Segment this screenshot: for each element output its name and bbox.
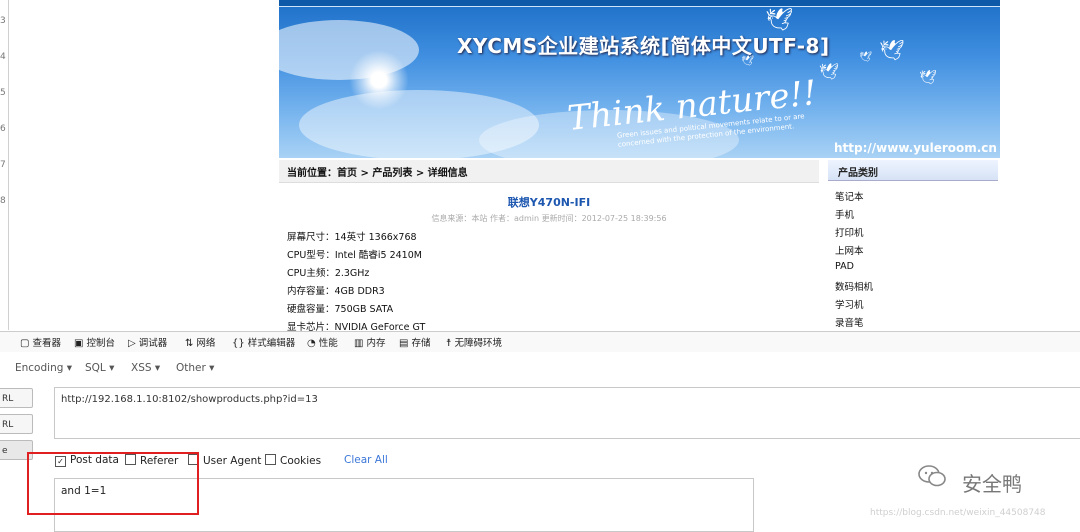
inspector-icon: ▢ (20, 338, 30, 349)
dove-icon: 🕊 (765, 8, 793, 33)
option-label: Cookies (280, 455, 322, 467)
tab-label: 无障碍环境 (454, 338, 502, 349)
storage-icon: ▤ (399, 338, 409, 349)
product-meta: 信息来源：本站 作者：admin 更新时间：2012-07-25 18:39:5… (431, 214, 667, 223)
tab-label: 查看器 (32, 338, 61, 349)
tab-label: 存储 (411, 338, 431, 349)
left-gutter: 3 4 5 6 7 8 (0, 0, 9, 330)
tab-performance[interactable]: ◔ 性能 (307, 335, 338, 349)
gutter-mark: 6 (0, 124, 6, 134)
tab-label: 网络 (196, 338, 216, 349)
banner-title: XYCMS企业建站系统[简体中文UTF-8] (457, 34, 830, 58)
tab-memory[interactable]: ▥ 内存 (354, 335, 385, 349)
dove-icon: 🕊 (859, 52, 872, 63)
highlight-box (27, 452, 199, 515)
accessibility-icon: ☨ (446, 338, 452, 349)
gutter-mark: 3 (0, 16, 6, 26)
spec-line: CPU主频：2.3GHz (287, 268, 370, 279)
style-editor-icon: {} (232, 338, 245, 349)
category-title: 产品类别 (838, 168, 878, 179)
encoding-menu[interactable]: Encoding ▾ (15, 362, 72, 374)
sql-menu[interactable]: SQL ▾ (85, 362, 114, 374)
tab-storage[interactable]: ▤ 存储 (399, 335, 430, 349)
spec-line: CPU型号：Intel 酷睿i5 2410M (287, 250, 422, 261)
tab-console[interactable]: ▣ 控制台 (74, 335, 115, 349)
tab-accessibility[interactable]: ☨ 无障碍环境 (446, 335, 502, 349)
tab-label: 控制台 (86, 338, 115, 349)
category-link[interactable]: 录音笔 (835, 315, 864, 329)
option-label: User Agent (203, 455, 262, 467)
product-title: 联想Y470N-IFI (507, 196, 591, 209)
url-input[interactable]: http://192.168.1.10:8102/showproducts.ph… (54, 387, 1080, 439)
tab-inspector[interactable]: ▢ 查看器 (20, 335, 61, 349)
site-banner: XYCMS企业建站系统[简体中文UTF-8] Think nature!! Gr… (279, 0, 1000, 158)
category-link[interactable]: PAD (835, 261, 854, 272)
split-url-button[interactable]: RL (0, 414, 33, 434)
category-link[interactable]: 数码相机 (835, 279, 873, 293)
tab-label: 调试器 (138, 338, 168, 349)
gutter-mark: 8 (0, 196, 6, 206)
category-link[interactable]: 学习机 (835, 297, 864, 311)
dove-icon: 🕊 (741, 56, 754, 67)
load-url-button[interactable]: RL (0, 388, 33, 408)
category-link[interactable]: 上网本 (835, 243, 864, 257)
gutter-mark: 4 (0, 52, 6, 62)
category-link[interactable]: 手机 (835, 207, 854, 221)
breadcrumb: 当前位置：首页 > 产品列表 > 详细信息 (287, 168, 468, 179)
dove-icon: 🕊 (919, 70, 937, 86)
wechat-logo-icon (918, 465, 946, 487)
tab-network[interactable]: ⇅ 网络 (185, 335, 215, 349)
banner-top-strip (279, 0, 1000, 7)
console-icon: ▣ (74, 338, 84, 349)
dove-icon: 🕊 (879, 38, 905, 62)
performance-icon: ◔ (307, 338, 316, 349)
clear-all-link[interactable]: Clear All (344, 454, 388, 466)
tab-style-editor[interactable]: {} 样式编辑器 (232, 335, 295, 349)
sun-graphic (349, 50, 409, 110)
spec-line: 内存容量：4GB DDR3 (287, 286, 385, 297)
gutter-mark: 7 (0, 160, 6, 170)
tab-label: 性能 (318, 338, 338, 349)
spec-line: 硬盘容量：750GB SATA (287, 304, 394, 315)
memory-icon: ▥ (354, 338, 364, 349)
watermark-url: https://blog.csdn.net/weixin_44508748 (870, 508, 1046, 518)
network-icon: ⇅ (185, 338, 194, 349)
spec-line: 屏幕尺寸：14英寸 1366x768 (287, 232, 417, 243)
gutter-mark: 5 (0, 88, 6, 98)
watermark-text: 安全鸭 (962, 472, 1022, 496)
checkbox-icon (265, 454, 276, 465)
banner-url: http://www.yuleroom.cn (834, 141, 997, 155)
tab-label: 内存 (366, 338, 386, 349)
other-menu[interactable]: Other ▾ (176, 362, 214, 374)
dove-icon: 🕊 (819, 62, 840, 81)
user-agent-checkbox[interactable]: User Agent (188, 454, 261, 467)
category-link[interactable]: 笔记本 (835, 189, 864, 203)
category-link[interactable]: 打印机 (835, 225, 864, 239)
debugger-icon: ▷ (128, 338, 136, 349)
cookies-checkbox[interactable]: Cookies (265, 454, 321, 467)
xss-menu[interactable]: XSS ▾ (131, 362, 160, 374)
tab-label: 样式编辑器 (247, 338, 296, 349)
tab-debugger[interactable]: ▷ 调试器 (128, 335, 167, 349)
